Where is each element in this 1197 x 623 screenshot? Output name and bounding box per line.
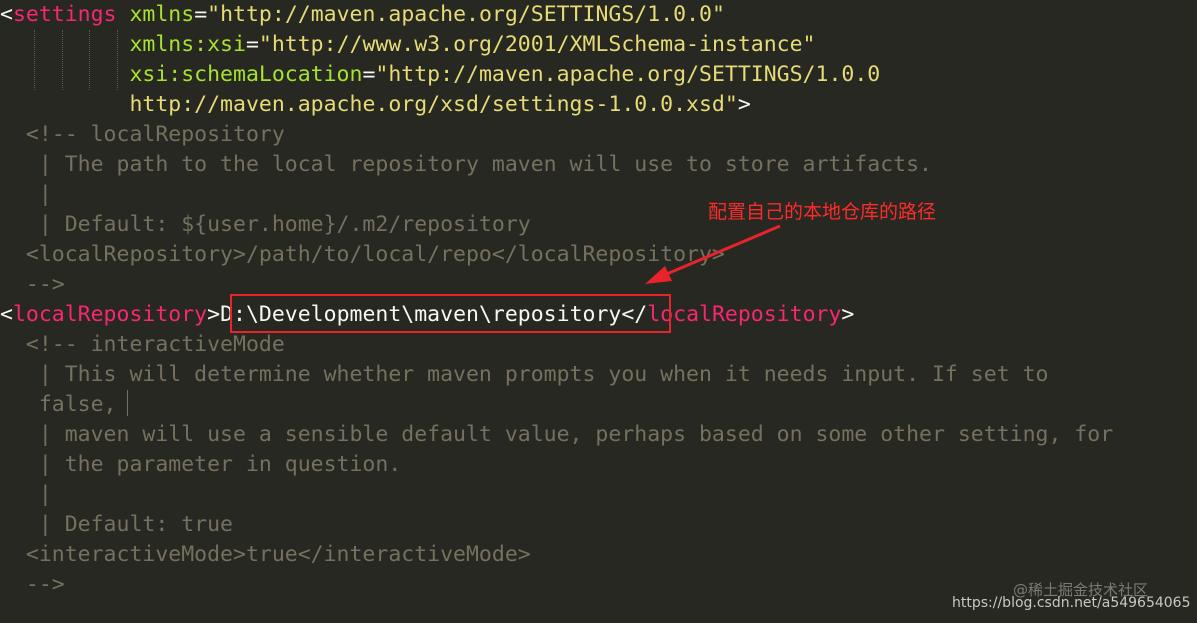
watermark-csdn-url: https://blog.csdn.net/a549654065: [952, 595, 1191, 611]
annotation-arrow-icon: [645, 224, 781, 284]
annotation-label: 配置自己的本地仓库的路径: [708, 201, 937, 223]
